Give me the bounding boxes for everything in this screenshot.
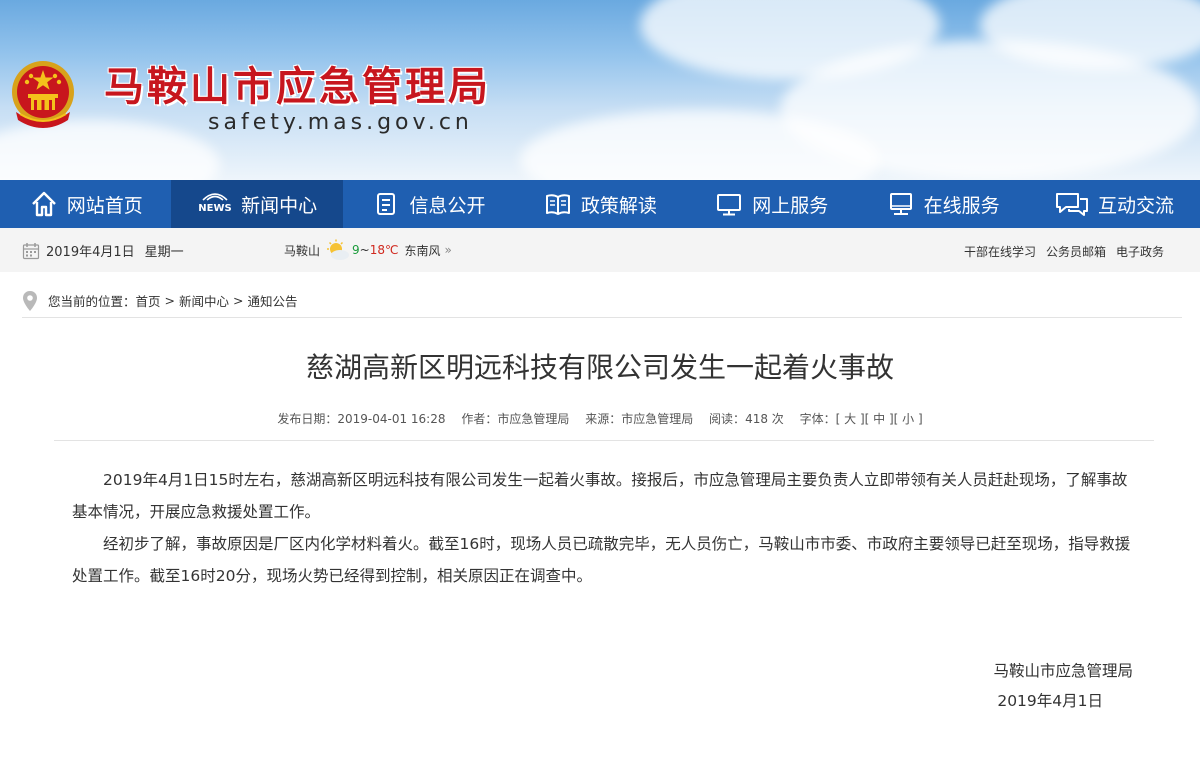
weather-widget[interactable]: 马鞍山 9 ~ 18℃ 东南风 » [284, 239, 452, 261]
breadcrumb-separator: > [164, 293, 176, 308]
nav-item-label: 网站首页 [66, 194, 143, 217]
info-bar: 2019年4月1日 星期一 马鞍山 9 ~ 18℃ 东南风 » 干部在线学习 公… [0, 228, 1200, 272]
weather-more-icon[interactable]: » [444, 243, 451, 257]
site-domain: safety.mas.gov.cn [208, 110, 473, 135]
nav-item-home[interactable]: 网站首页 [0, 180, 171, 228]
meta-reads: 阅读：418 次 [709, 412, 784, 426]
article-title: 慈湖高新区明远科技有限公司发生一起着火事故 [305, 351, 894, 384]
weather-city: 马鞍山 [284, 243, 321, 258]
nav-item-label: 网上服务 [752, 194, 829, 217]
article-signature: 马鞍山市应急管理局 [993, 662, 1133, 680]
nav-item-news[interactable]: NEWS 新闻中心 [171, 180, 343, 228]
weather-wind: 东南风 [404, 243, 441, 258]
monitor-icon [714, 189, 744, 219]
nav-item-label: 互动交流 [1098, 194, 1175, 217]
current-date: 2019年4月1日 [46, 245, 135, 260]
site-title[interactable]: 马鞍山市应急管理局 [104, 54, 491, 112]
meta-font-size: 字体：[ 大 ][ 中 ][ 小 ] [800, 412, 923, 426]
sunny-cloudy-icon [327, 239, 350, 260]
breadcrumb-home[interactable]: 首页 [136, 291, 161, 310]
site-header: 马鞍山市应急管理局 safety.mas.gov.cn [0, 0, 1200, 180]
font-size-medium-button[interactable]: [ 中 ] [865, 412, 894, 426]
nav-item-info[interactable]: 信息公开 [343, 180, 514, 228]
meta-author-label: 作者： [461, 412, 498, 426]
article-signature-block: 马鞍山市应急管理局 2019年4月1日 [993, 656, 1133, 716]
nav-item-label: 信息公开 [409, 194, 486, 217]
meta-source-value: 市应急管理局 [621, 412, 694, 426]
breadcrumb-prefix: 您当前的位置： [48, 294, 136, 309]
meta-publish: 发布日期：2019-04-01 16:28 [277, 412, 445, 426]
meta-publish-label: 发布日期： [277, 412, 338, 426]
meta-reads-count: 418 [745, 412, 768, 426]
nav-item-interaction[interactable]: 互动交流 [1028, 180, 1199, 228]
title-divider [54, 440, 1154, 441]
breadcrumb-news-center[interactable]: 新闻中心 [179, 291, 229, 310]
document-icon [371, 189, 401, 219]
chat-icon [1054, 189, 1090, 219]
computer-icon [886, 189, 916, 219]
news-badge: NEWS [198, 203, 231, 214]
meta-publish-date: 2019-04-01 16:28 [337, 412, 446, 426]
meta-author: 作者：市应急管理局 [461, 412, 569, 426]
meta-reads-label: 阅读： [709, 412, 746, 426]
font-size-small-button[interactable]: [ 小 ] [894, 412, 923, 426]
breadcrumb-separator: > [233, 293, 244, 308]
current-weekday: 星期一 [144, 245, 184, 260]
link-e-government[interactable]: 电子政务 [1116, 243, 1164, 260]
link-cadre-learning[interactable]: 干部在线学习 [964, 243, 1036, 260]
nav-item-live-service[interactable]: 在线服务 [857, 180, 1028, 228]
location-pin-icon [23, 290, 37, 311]
article-body: 2019年4月1日15时左右，慈湖高新区明远科技有限公司发生一起着火事故。接报后… [72, 464, 1136, 592]
news-icon: NEWS [197, 189, 233, 219]
meta-font-label: 字体： [799, 412, 836, 426]
top-links: 干部在线学习 公务员邮箱 电子政务 [964, 243, 1164, 260]
article-paragraph: 经初步了解，事故原因是厂区内化学材料着火。截至16时，现场人员已疏散完毕，无人员… [72, 535, 1131, 585]
article-sign-date: 2019年4月1日 [997, 692, 1103, 710]
font-size-large-button[interactable]: [ 大 ] [836, 412, 865, 426]
nav-item-label: 在线服务 [923, 194, 1000, 217]
meta-source: 来源：市应急管理局 [585, 412, 693, 426]
link-civil-servant-mail[interactable]: 公务员邮箱 [1046, 243, 1106, 260]
nav-item-label: 政策解读 [580, 194, 657, 217]
main-nav: 网站首页 NEWS 新闻中心 信息公开 政策解读 网上服务 在线服务 互动交流 [0, 180, 1200, 228]
book-icon [543, 189, 573, 219]
breadcrumb: 您当前的位置： 首页 > 新闻中心 > 通知公告 [22, 284, 1182, 318]
temp-high: 18℃ [369, 243, 399, 257]
meta-source-label: 来源： [585, 412, 622, 426]
meta-author-value: 市应急管理局 [497, 412, 570, 426]
article-meta: 发布日期：2019-04-01 16:28 作者：市应急管理局 来源：市应急管理… [0, 410, 1200, 427]
nav-item-policy[interactable]: 政策解读 [514, 180, 685, 228]
home-icon [29, 189, 59, 219]
national-emblem-icon[interactable] [10, 56, 76, 136]
article-paragraph: 2019年4月1日15时左右，慈湖高新区明远科技有限公司发生一起着火事故。接报后… [72, 471, 1128, 521]
temp-separator: ~ [359, 243, 370, 257]
meta-reads-unit: 次 [771, 412, 784, 426]
calendar-icon [22, 242, 40, 259]
temp-low: 9 [352, 243, 360, 257]
date-display: 2019年4月1日 星期一 [22, 241, 184, 260]
nav-item-label: 新闻中心 [241, 194, 318, 217]
nav-item-online-service[interactable]: 网上服务 [686, 180, 857, 228]
breadcrumb-notices[interactable]: 通知公告 [248, 291, 298, 310]
